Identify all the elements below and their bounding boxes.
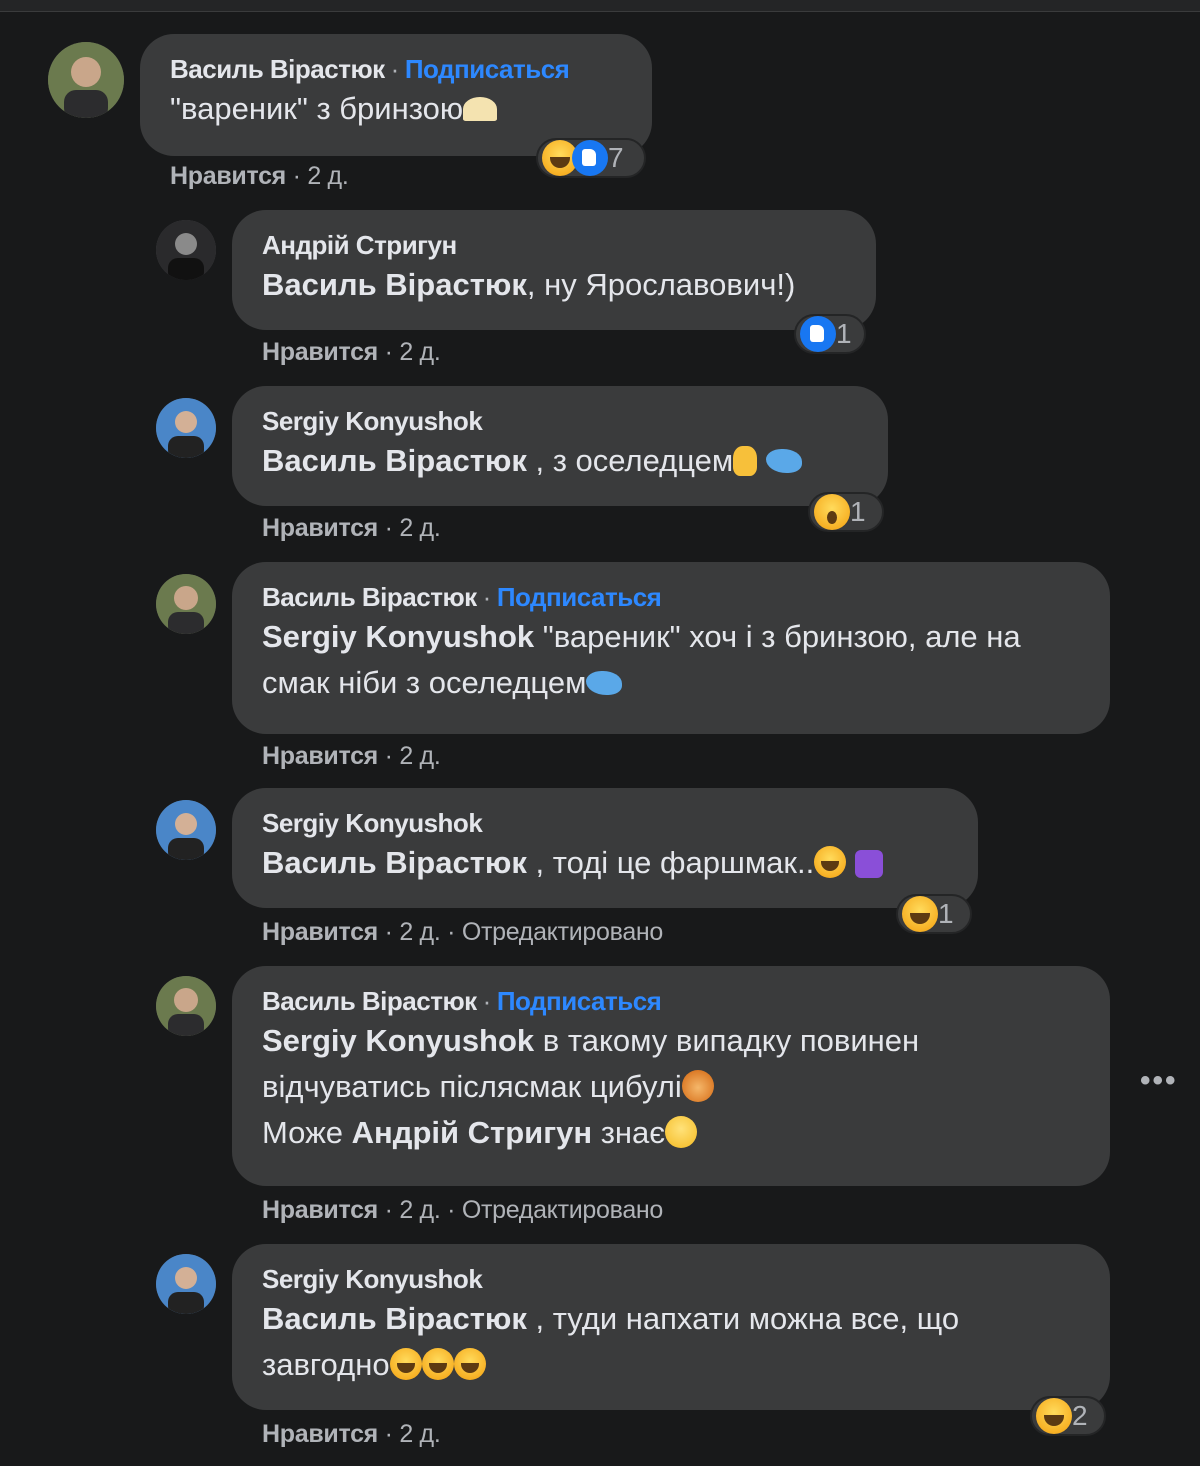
reaction-summary[interactable]: 1: [896, 894, 972, 934]
separator-dot: ·: [390, 54, 400, 84]
pointing-hand-emoji-icon: [733, 446, 758, 476]
avatar-photo-icon: [156, 220, 216, 280]
timestamp[interactable]: 2 д.: [399, 918, 440, 946]
comment-author[interactable]: Андрій Стригун: [262, 230, 457, 260]
timestamp[interactable]: 2 д.: [307, 162, 348, 190]
dumpling-emoji-icon: [463, 97, 498, 121]
reaction-summary[interactable]: 7: [536, 138, 646, 178]
like-link[interactable]: Нравится: [262, 1420, 378, 1448]
comment-author[interactable]: Василь Вірастюк: [262, 986, 477, 1016]
reaction-count: 1: [836, 318, 852, 349]
wow-reaction-icon: [814, 494, 850, 530]
comment-author[interactable]: Sergiy Konyushok: [262, 1264, 483, 1294]
like-link[interactable]: Нравится: [262, 1196, 378, 1224]
comment-meta: Нравится · 2 д.: [170, 162, 349, 190]
avatar-photo-icon: [156, 800, 216, 860]
separator-dot: ·: [482, 986, 492, 1016]
like-reaction-icon: [800, 316, 836, 352]
reaction-summary[interactable]: 1: [808, 492, 884, 532]
avatar[interactable]: [48, 42, 124, 118]
comment-text-line2-end: знає: [592, 1115, 666, 1150]
comment-bubble: Sergiy Konyushok Василь Вірастюк , з осе…: [232, 386, 888, 506]
comment-meta: Нравится · 2 д.: [262, 742, 441, 770]
separator-dot: ·: [482, 582, 492, 612]
edited-label: Отредактировано: [461, 1196, 664, 1224]
mention-link[interactable]: Василь Вірастюк: [262, 267, 527, 302]
comment-text: , з оселедцем: [526, 443, 734, 478]
reaction-count: 1: [850, 496, 866, 527]
fish-emoji-icon: [586, 671, 623, 695]
timestamp[interactable]: 2 д.: [399, 338, 440, 366]
laughing-emoji-icon: [453, 1348, 486, 1380]
mention-link[interactable]: Sergiy Konyushok: [262, 1023, 534, 1058]
avatar[interactable]: [156, 574, 216, 634]
comment-bubble: Василь Вірастюк · Подписаться Sergiy Konyu…: [232, 966, 1110, 1186]
reaction-count: 2: [1072, 1400, 1088, 1431]
like-link[interactable]: Нравится: [262, 514, 378, 542]
haha-reaction-icon: [902, 896, 938, 932]
timestamp[interactable]: 2 д.: [399, 742, 440, 770]
top-divider: [0, 0, 1200, 12]
avatar-photo-icon: [156, 574, 216, 634]
comment-meta: Нравится · 2 д. · Отредактировано: [262, 1196, 664, 1224]
follow-button[interactable]: Подписаться: [497, 986, 662, 1016]
avatar[interactable]: [156, 976, 216, 1036]
comment-text: "вареник" з бринзою: [170, 91, 464, 126]
rolling-eyes-emoji-icon: [665, 1116, 698, 1148]
haha-reaction-icon: [1036, 1398, 1072, 1434]
onion-emoji-icon: [681, 1070, 714, 1102]
reaction-summary[interactable]: 2: [1030, 1396, 1106, 1436]
avatar[interactable]: [156, 220, 216, 280]
fish-emoji-icon: [765, 449, 802, 473]
avatar[interactable]: [156, 398, 216, 458]
comment-bubble: Андрій Стригун Василь Вірастюк, ну Яросл…: [232, 210, 876, 330]
comment-meta: Нравится · 2 д.: [262, 514, 441, 542]
timestamp[interactable]: 2 д.: [399, 514, 440, 542]
star-of-david-emoji-icon: [854, 850, 883, 878]
edited-label: Отредактировано: [461, 918, 664, 946]
follow-button[interactable]: Подписаться: [497, 582, 662, 612]
laughing-emoji-icon: [389, 1348, 422, 1380]
avatar-photo-icon: [156, 398, 216, 458]
comment-author[interactable]: Василь Вірастюк: [262, 582, 477, 612]
reaction-summary[interactable]: 1: [794, 314, 866, 354]
avatar-photo-icon: [156, 1254, 216, 1314]
follow-button[interactable]: Подписаться: [405, 54, 570, 84]
mention-link[interactable]: Sergiy Konyushok: [262, 619, 534, 654]
comment-text: , тоді це фаршмак..: [526, 845, 815, 880]
like-reaction-icon: [572, 140, 608, 176]
laughing-emoji-icon: [421, 1348, 454, 1380]
reaction-count: 1: [938, 898, 954, 929]
avatar-photo-icon: [156, 976, 216, 1036]
like-link[interactable]: Нравится: [262, 742, 378, 770]
comment-author[interactable]: Sergiy Konyushok: [262, 406, 483, 436]
like-link[interactable]: Нравится: [262, 338, 378, 366]
laughing-emoji-icon: [814, 846, 847, 878]
comment-bubble: Sergiy Konyushok Василь Вірастюк , тоді …: [232, 788, 978, 908]
comment-meta: Нравится · 2 д.: [262, 338, 441, 366]
like-link[interactable]: Нравится: [170, 162, 286, 190]
comment-meta: Нравится · 2 д. · Отредактировано: [262, 918, 664, 946]
comment-meta: Нравится · 2 д.: [262, 1420, 441, 1448]
mention-link[interactable]: Василь Вірастюк: [262, 845, 527, 880]
comment-text: , ну Ярославович!): [526, 267, 796, 302]
comment-bubble: Sergiy Konyushok Василь Вірастюк , туди …: [232, 1244, 1110, 1410]
timestamp[interactable]: 2 д.: [399, 1420, 440, 1448]
avatar[interactable]: [156, 1254, 216, 1314]
comment-bubble: Василь Вірастюк · Подписаться Sergiy Konyu…: [232, 562, 1110, 734]
timestamp[interactable]: 2 д.: [399, 1196, 440, 1224]
like-link[interactable]: Нравится: [262, 918, 378, 946]
avatar[interactable]: [156, 800, 216, 860]
more-options-button[interactable]: •••: [1140, 1064, 1178, 1098]
comment-author[interactable]: Sergiy Konyushok: [262, 808, 483, 838]
mention-link[interactable]: Василь Вірастюк: [262, 443, 527, 478]
mention-link[interactable]: Василь Вірастюк: [262, 1301, 527, 1336]
comment-author[interactable]: Василь Вірастюк: [170, 54, 385, 84]
avatar-photo-icon: [48, 42, 124, 118]
comment-text-line2: Може: [262, 1115, 352, 1150]
mention-link[interactable]: Андрій Стригун: [352, 1115, 592, 1150]
reaction-count: 7: [608, 142, 624, 173]
